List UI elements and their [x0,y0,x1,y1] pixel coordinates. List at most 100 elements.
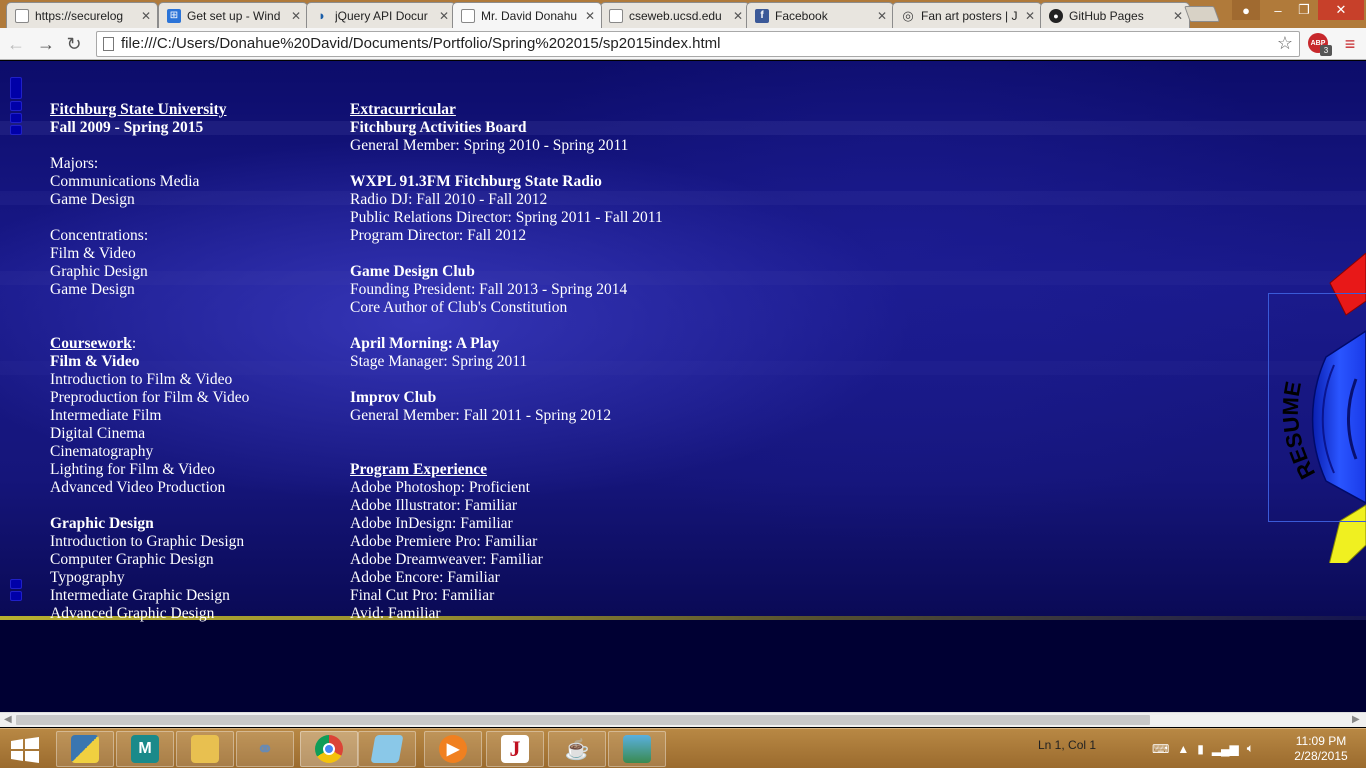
school-dates: Fall 2009 - Spring 2015 [50,119,204,136]
activity-role: General Member: Spring 2010 - Spring 201… [350,137,629,154]
keyboard-icon[interactable]: ⌨ [1152,742,1169,756]
concentrations-label: Concentrations: [50,227,149,244]
bookmark-star-icon[interactable]: ☆ [1277,33,1293,54]
notepad-taskbar-button[interactable] [358,731,416,767]
close-icon[interactable]: ✕ [1173,9,1183,23]
course-item: Cinematography [50,443,154,460]
chrome-taskbar-button[interactable] [300,731,358,767]
document-icon [15,8,29,23]
python-taskbar-button[interactable] [56,731,114,767]
activity-name: WXPL 91.3FM Fitchburg State Radio [350,173,602,190]
graphic-heading: Graphic Design [50,515,154,532]
reload-icon[interactable]: ↻ [62,32,86,56]
file-explorer-taskbar-button[interactable] [176,731,234,767]
film-heading: Film & Video [50,353,140,370]
tab-3[interactable]: ◗ jQuery API Docur ✕ [306,2,456,28]
show-hidden-icons-icon[interactable]: ▲ [1177,742,1189,756]
program-label: Program Experience [350,461,488,478]
java-icon: ☕ [564,738,590,761]
windows-icon: ⊞ [167,8,181,23]
globe-icon: ◎ [902,7,914,23]
adblock-count-badge: 3 [1320,45,1332,56]
user-icon[interactable]: ● [1232,0,1260,20]
close-icon[interactable]: ✕ [877,9,887,23]
concentration-item: Film & Video [50,245,136,262]
tab-5[interactable]: cseweb.ucsd.edu ✕ [600,2,750,28]
menu-icon[interactable]: ≡ [1340,33,1360,55]
battery-icon[interactable]: ▮ [1197,742,1204,756]
tab-7[interactable]: ◎ Fan art posters | J ✕ [892,2,1042,28]
network-icon: ⚭ [256,738,274,761]
course-item: Preproduction for Film & Video [50,389,250,406]
activity-name: Fitchburg Activities Board [350,119,527,136]
course-item: Introduction to Graphic Design [50,533,245,550]
system-clock[interactable]: 11:09 PM 2/28/2015 [1290,734,1352,764]
tab-label: Facebook [775,8,828,23]
activity-role: Public Relations Director: Spring 2011 -… [350,209,663,226]
scrollbar-thumb[interactable] [16,715,1150,725]
course-item: Typography [50,569,125,586]
nav-dots-top[interactable] [10,77,22,135]
windows-start-icon[interactable] [10,737,40,763]
photos-taskbar-button[interactable] [608,731,666,767]
activity-role: Core Author of Club's Constitution [350,299,568,316]
close-icon[interactable]: ✕ [439,9,449,23]
major-item: Communications Media [50,173,200,190]
extracurricular-column: Extracurricular Fitchburg Activities Boa… [350,101,663,623]
school-name: Fitchburg State University [50,101,227,118]
java-taskbar-button[interactable]: ☕ [548,731,606,767]
clock-time: 11:09 PM [1295,734,1347,748]
minimize-icon[interactable]: – [1264,0,1292,20]
tab-2[interactable]: ⊞ Get set up - Wind ✕ [158,2,308,28]
network-taskbar-button[interactable]: ⚭ [236,731,294,767]
scroll-right-icon[interactable]: ▶ [1352,714,1360,725]
back-arrow-icon[interactable]: ← [4,32,28,56]
close-icon[interactable]: ✕ [141,9,151,23]
restore-icon[interactable]: ❐ [1290,0,1318,20]
new-tab-button[interactable] [1184,6,1220,22]
clock-date: 2/28/2015 [1294,749,1348,763]
signal-icon[interactable]: ▂▄▆ [1212,742,1239,756]
close-icon[interactable]: ✕ [585,9,595,23]
tab-1[interactable]: https://securelog ✕ [6,2,158,28]
wheel-focus-frame [1268,293,1366,522]
facebook-icon: f [755,8,769,23]
nav-dots-bottom[interactable] [10,579,22,601]
jedit-icon: J [501,735,529,763]
scroll-left-icon[interactable]: ◀ [4,714,12,725]
program-item: Adobe Dreamweaver: Familiar [350,551,543,568]
activity-name: Game Design Club [350,263,475,280]
program-item: Adobe Premiere Pro: Familiar [350,533,538,550]
media-player-icon: ▶ [439,735,467,763]
volume-icon[interactable]: 🔈︎ [1247,741,1254,756]
concentration-item: Graphic Design [50,263,148,280]
course-item: Computer Graphic Design [50,551,214,568]
maya-taskbar-button[interactable]: M [116,731,174,767]
course-item: Digital Cinema [50,425,146,442]
close-icon[interactable]: ✕ [1025,9,1035,23]
document-icon [609,8,623,23]
close-icon[interactable]: ✕ [291,9,301,23]
activity-name: Improv Club [350,389,437,406]
document-icon [461,8,475,23]
media-player-taskbar-button[interactable]: ▶ [424,731,482,767]
forward-arrow-icon[interactable]: → [34,32,58,56]
tab-6[interactable]: f Facebook ✕ [746,2,894,28]
extracurricular-label: Extracurricular [350,101,456,118]
tab-8[interactable]: ● GitHub Pages ✕ [1040,2,1190,28]
course-item: Intermediate Film [50,407,162,424]
jedit-taskbar-button[interactable]: J [486,731,544,767]
system-tray: ⌨ ▲ ▮ ▂▄▆ 🔈︎ [1152,741,1254,756]
horizontal-scrollbar[interactable]: ◀ ▶ [0,712,1366,727]
chrome-icon [315,735,343,763]
concentration-item: Game Design [50,281,135,298]
close-icon[interactable]: ✕ [733,9,743,23]
editor-status: Ln 1, Col 1 [1038,738,1097,752]
coursework-label: Coursework [50,335,132,352]
python-icon [71,735,99,763]
tab-4-active[interactable]: Mr. David Donahu ✕ [452,2,602,28]
windows-taskbar: M ⚭ ▶ J ☕ Ln 1, Col 1 ⌨ ▲ ▮ ▂▄▆ 🔈︎ 11:09… [0,728,1366,768]
window-close-icon[interactable]: ✕ [1318,0,1364,20]
address-bar[interactable]: file:///C:/Users/Donahue%20David/Documen… [96,31,1300,57]
tab-label: jQuery API Docur [335,8,428,23]
